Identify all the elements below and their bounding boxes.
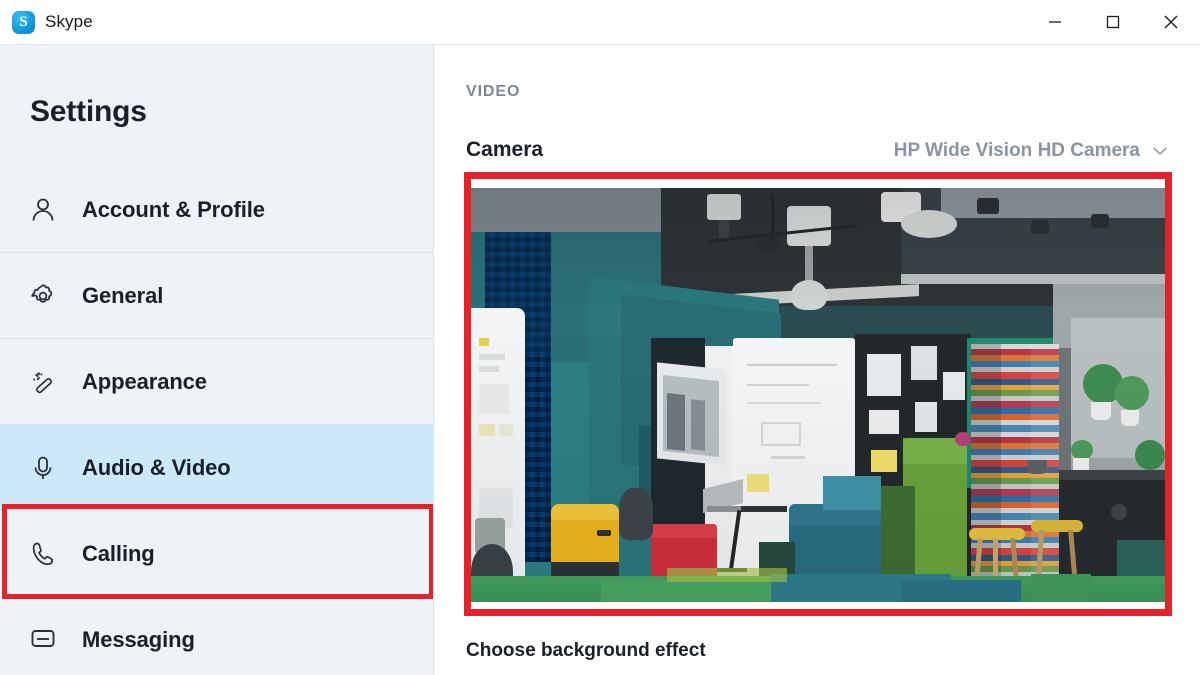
magic-wand-icon	[26, 367, 60, 397]
sidebar-item-calling[interactable]: Calling	[0, 511, 433, 597]
gear-icon	[26, 281, 60, 311]
sidebar-item-label: Account & Profile	[82, 196, 265, 222]
camera-device-dropdown[interactable]: HP Wide Vision HD Camera	[894, 140, 1170, 162]
camera-device-value: HP Wide Vision HD Camera	[893, 140, 1140, 161]
message-icon	[26, 625, 60, 655]
microphone-icon	[26, 453, 60, 483]
close-icon	[1164, 15, 1178, 29]
sidebar-item-label: Calling	[82, 540, 155, 566]
sidebar-item-label: Appearance	[82, 368, 207, 394]
title-bar-left: S Skype	[0, 10, 93, 34]
sidebar-item-audio-video[interactable]: Audio & Video	[0, 425, 433, 511]
chevron-down-icon	[1153, 147, 1167, 155]
person-icon	[26, 195, 60, 225]
window-title: Skype	[45, 12, 93, 31]
window-controls	[1026, 0, 1200, 44]
page-title: Settings	[30, 95, 147, 128]
skype-logo-icon: S	[12, 10, 35, 34]
minimize-icon	[1049, 21, 1061, 23]
camera-preview-wrapper	[464, 172, 1172, 616]
sidebar-item-account-profile[interactable]: Account & Profile	[0, 167, 433, 253]
maximize-icon	[1106, 15, 1120, 29]
camera-label: Camera	[466, 138, 544, 161]
sidebar-item-label: Messaging	[82, 626, 195, 652]
background-effect-label: Choose background effect	[466, 640, 706, 661]
camera-setting-row: Camera HP Wide Vision HD Camera	[466, 138, 1170, 162]
settings-sidebar: Settings Account & Profile General Appea…	[0, 44, 434, 675]
settings-nav-list: Account & Profile General Appearance Aud…	[0, 167, 433, 675]
sidebar-item-general[interactable]: General	[0, 253, 433, 339]
title-bar: S Skype	[0, 0, 1200, 44]
sidebar-item-messaging[interactable]: Messaging	[0, 597, 433, 675]
close-button[interactable]	[1142, 0, 1200, 44]
minimize-button[interactable]	[1026, 0, 1084, 44]
skype-settings-window: S Skype Settings Account & Profile Gener…	[0, 0, 1200, 675]
camera-preview[interactable]	[471, 188, 1165, 602]
skype-logo-glyph: S	[19, 13, 28, 30]
sidebar-item-label: Audio & Video	[82, 454, 231, 480]
camera-preview-scene	[471, 188, 1165, 602]
maximize-button[interactable]	[1084, 0, 1142, 44]
phone-icon	[26, 539, 60, 569]
section-header-video: VIDEO	[466, 83, 521, 100]
settings-content-panel: VIDEO Camera HP Wide Vision HD Camera Ch…	[434, 44, 1200, 675]
sidebar-item-label: General	[82, 282, 164, 308]
sidebar-item-appearance[interactable]: Appearance	[0, 339, 433, 425]
